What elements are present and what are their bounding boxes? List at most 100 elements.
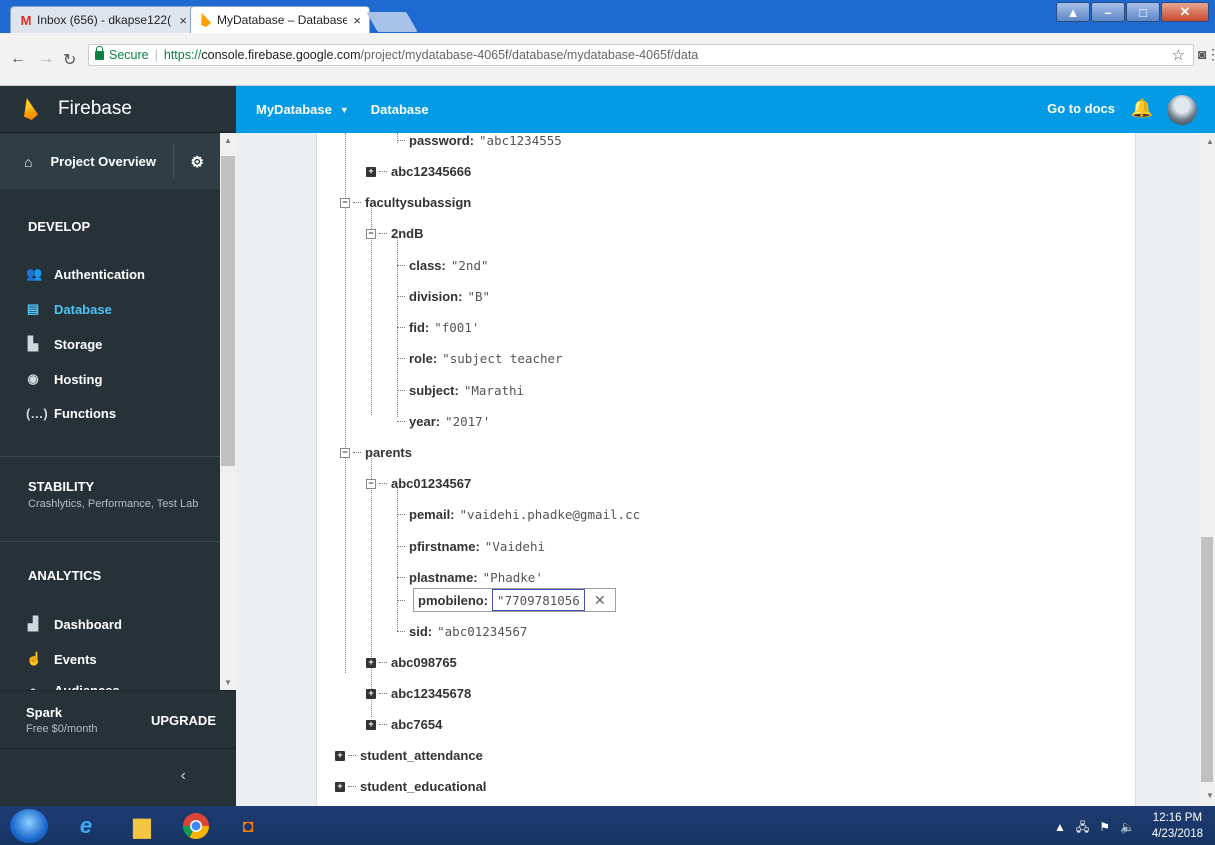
internet-explorer-icon[interactable]: e [64, 809, 108, 843]
tree-node-abc12345666[interactable]: + abc12345666 [366, 164, 471, 179]
sidebar-item-label: Hosting [54, 371, 103, 387]
window-controls: ▲ – □ ✕ [1056, 2, 1209, 22]
url-input[interactable]: Secure | https:// console.firebase.googl… [88, 44, 1194, 66]
forward-arrow-icon[interactable]: → [38, 50, 54, 68]
stability-subtitle: Crashlytics, Performance, Test Lab [28, 498, 199, 510]
sidebar-item-authentication[interactable]: 👥 Authentication [26, 266, 145, 282]
tree-node-division[interactable]: division: "B" [397, 289, 490, 304]
tree-connector [348, 786, 356, 787]
tree-node-student-educational[interactable]: + student_educational [335, 779, 486, 794]
close-tab-icon[interactable]: × [353, 13, 361, 28]
tree-node-pfirstname[interactable]: pfirstname: "Vaidehi [397, 539, 545, 554]
plan-panel: Spark Free $0/month UPGRADE [0, 690, 236, 748]
tree-node-password[interactable]: password: "abc1234555 [397, 133, 562, 148]
sidebar-item-label: Functions [54, 406, 117, 421]
new-tab-button[interactable] [366, 12, 418, 32]
bell-icon[interactable]: 🔔 [1131, 98, 1153, 119]
close-icon[interactable]: ✕ [585, 592, 615, 609]
tab-firebase[interactable]: MyDatabase – Database - × [190, 6, 370, 33]
sidebar-scrollbar-thumb[interactable] [221, 156, 235, 466]
sidebar-item-hosting[interactable]: ◉ Hosting [26, 371, 102, 387]
value-input[interactable]: "7709781056 [492, 589, 585, 611]
collapse-sidebar-button[interactable]: ‹ [0, 748, 236, 806]
database-content: password: "abc1234555 + abc12345666 − fa… [236, 133, 1199, 806]
content-scrollbar-thumb[interactable] [1201, 537, 1213, 782]
menu-dots-icon[interactable]: ⋮ [1206, 46, 1215, 63]
tree-node-class[interactable]: class: "2nd" [397, 258, 489, 273]
tree-node-2ndB[interactable]: − 2ndB [366, 226, 424, 241]
node-value: "abc01234567 [437, 624, 528, 639]
tree-node-abc7654[interactable]: + abc7654 [366, 717, 442, 732]
clock[interactable]: 12:16 PM 4/23/2018 [1152, 810, 1203, 842]
avatar[interactable] [1167, 95, 1197, 125]
tree-node-pemail[interactable]: pemail: "vaidehi.phadke@gmail.cc [397, 507, 640, 522]
node-value: "subject teacher [442, 351, 563, 366]
tree-node-plastname[interactable]: plastname: "Phadke' [397, 570, 543, 585]
tree-node-abc01234567[interactable]: − abc01234567 [366, 476, 471, 491]
close-window-button[interactable]: ✕ [1161, 2, 1209, 22]
tree-node-year[interactable]: year: "2017' [397, 414, 490, 429]
system-tray-icons[interactable]: ▲ 🖧 ⚑ 🔈 [1054, 818, 1135, 839]
expand-icon[interactable]: + [335, 750, 345, 761]
sidebar-item-dashboard[interactable]: ▟ Dashboard [26, 616, 122, 632]
chrome-icon[interactable] [174, 809, 218, 843]
app-icon[interactable]: ◘ [226, 809, 270, 843]
tree-node-pmobileno[interactable]: pmobileno: "7709781056 ✕ [397, 588, 616, 612]
gear-icon[interactable]: ⚙ [191, 153, 204, 171]
expand-icon[interactable]: + [366, 657, 376, 668]
project-selector[interactable]: MyDatabase ▼ [256, 102, 349, 117]
tree-node-subject[interactable]: subject: "Marathi [397, 383, 524, 398]
project-overview-link[interactable]: ⌂ Project Overview ⚙ [0, 134, 220, 189]
expand-icon[interactable]: + [366, 719, 376, 730]
close-tab-icon[interactable]: × [179, 13, 187, 28]
maximize-button[interactable]: □ [1126, 2, 1160, 22]
tree-connector [353, 202, 361, 203]
tree-connector [353, 452, 361, 453]
inline-edit-field[interactable]: pmobileno: "7709781056 ✕ [413, 588, 616, 612]
stability-group[interactable]: STABILITY Crashlytics, Performance, Test… [0, 479, 220, 510]
tree-node-sid[interactable]: sid: "abc01234567 [397, 624, 527, 639]
scroll-up-icon[interactable]: ▲ [224, 136, 232, 145]
tree-line [371, 455, 372, 717]
node-value: "Marathi [463, 383, 525, 398]
scroll-up-icon[interactable]: ▲ [1206, 137, 1214, 146]
sidebar-item-storage[interactable]: ▙ Storage [26, 336, 102, 352]
tree-node-facultysubassign[interactable]: − facultysubassign [340, 195, 471, 210]
expand-icon[interactable]: + [366, 166, 376, 177]
tab-gmail[interactable]: M Inbox (656) - dkapse122( × [10, 6, 196, 33]
tree-node-role[interactable]: role: "subject teacher [397, 351, 563, 366]
scroll-down-icon[interactable]: ▼ [224, 678, 232, 687]
scroll-down-icon[interactable]: ▼ [1206, 791, 1214, 800]
sidebar-item-functions[interactable]: (…) Functions [26, 406, 116, 421]
firebase-logo[interactable]: Firebase [0, 86, 236, 133]
tree-node-student-attendance[interactable]: + student_attendance [335, 748, 483, 763]
windows-taskbar: e ▆ ◘ ▲ 🖧 ⚑ 🔈 12:16 PM 4/23/2018 [0, 806, 1215, 845]
collapse-icon[interactable]: − [340, 197, 350, 208]
collapse-icon[interactable]: − [366, 478, 376, 489]
tree-node-fid[interactable]: fid: "f001' [397, 320, 479, 335]
tree-node-abc098765[interactable]: + abc098765 [366, 655, 457, 670]
tree-connector [379, 233, 387, 234]
start-button[interactable] [10, 809, 48, 843]
browser-tab-strip: M Inbox (656) - dkapse122( × MyDatabase … [0, 0, 1215, 33]
tree-connector [379, 662, 387, 663]
expand-icon[interactable]: + [366, 688, 376, 699]
collapse-icon[interactable]: − [340, 447, 350, 458]
collapse-icon[interactable]: − [366, 228, 376, 239]
tree-node-parents[interactable]: − parents [340, 445, 412, 460]
bookmark-star-icon[interactable]: ☆ [1172, 46, 1185, 64]
node-key: plastname: [409, 570, 478, 585]
reload-icon[interactable]: ↻ [63, 50, 76, 70]
minimize-button[interactable]: – [1091, 2, 1125, 22]
sidebar-item-events[interactable]: ☝ Events [26, 651, 97, 667]
develop-heading: DEVELOP [28, 219, 91, 234]
back-arrow-icon[interactable]: ← [10, 50, 26, 68]
user-icon[interactable]: ▲ [1056, 2, 1090, 22]
file-explorer-icon[interactable]: ▆ [120, 809, 164, 843]
node-key: role: [409, 351, 438, 366]
expand-icon[interactable]: + [335, 781, 345, 792]
upgrade-button[interactable]: UPGRADE [151, 713, 216, 728]
tree-node-abc12345678[interactable]: + abc12345678 [366, 686, 471, 701]
go-to-docs-link[interactable]: Go to docs [1047, 101, 1115, 116]
sidebar-item-database[interactable]: ▤ Database [26, 301, 112, 317]
